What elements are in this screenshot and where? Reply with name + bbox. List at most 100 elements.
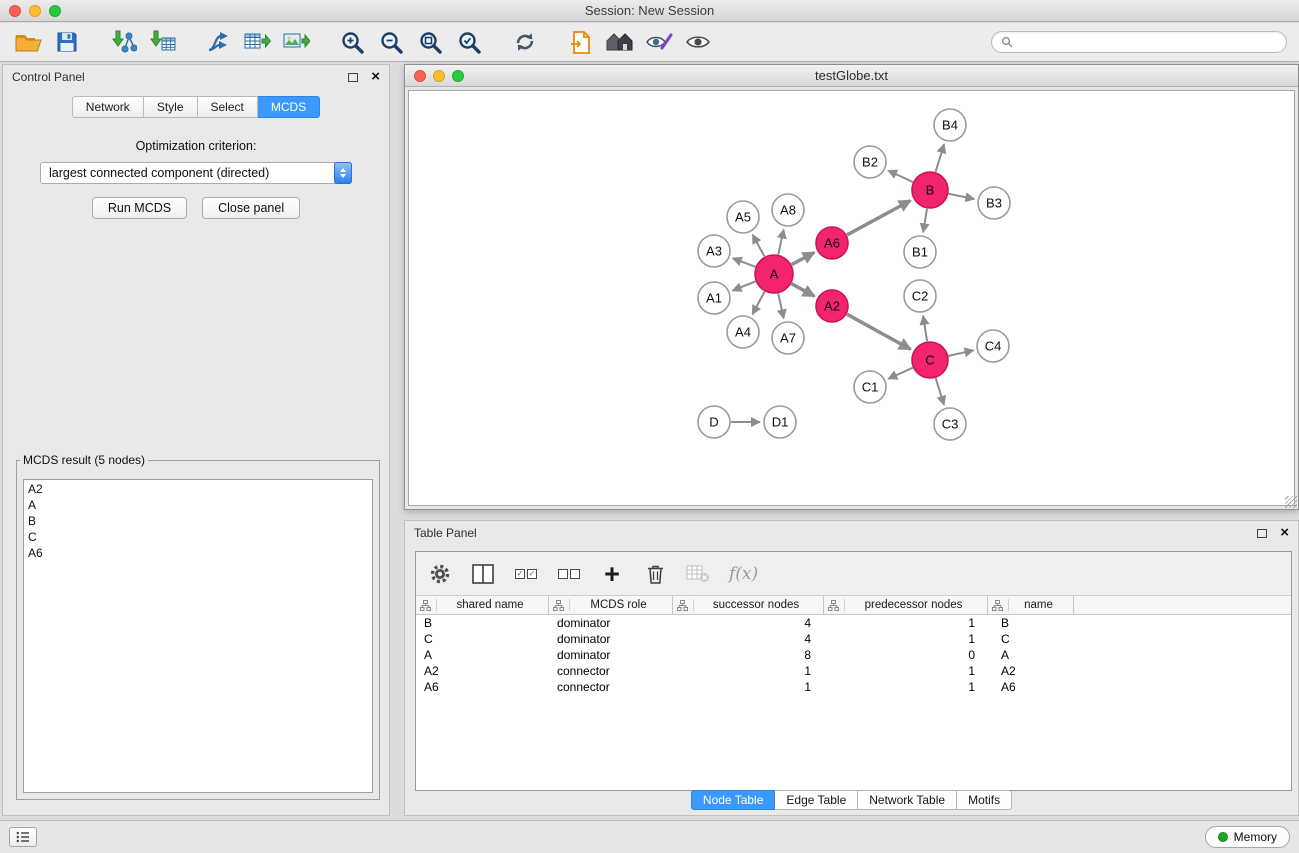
graph-node-B2[interactable]: B2 (854, 146, 886, 178)
mcds-result-list[interactable]: A2ABCA6 (23, 479, 373, 793)
open-session-button[interactable] (10, 26, 46, 58)
graph-edge-C-C1[interactable] (888, 368, 913, 379)
deselect-all-button[interactable] (557, 560, 581, 588)
graph-node-A8[interactable]: A8 (772, 194, 804, 226)
graph-node-D1[interactable]: D1 (764, 406, 796, 438)
close-network-icon[interactable] (414, 70, 426, 82)
graph-edge-C-C3[interactable] (936, 378, 944, 405)
memory-button[interactable]: Memory (1205, 826, 1290, 848)
refresh-layout-button[interactable] (507, 26, 543, 58)
graph-edge-B-B4[interactable] (936, 144, 945, 172)
graph-node-B4[interactable]: B4 (934, 109, 966, 141)
graph-node-C1[interactable]: C1 (854, 371, 886, 403)
graph-edge-C-C4[interactable] (949, 350, 974, 356)
zoom-fit-button[interactable] (412, 26, 448, 58)
tab-mcds[interactable]: MCDS (258, 96, 320, 118)
graph-node-C3[interactable]: C3 (934, 408, 966, 440)
add-column-button[interactable]: + (600, 560, 624, 588)
graph-edge-B-B1[interactable] (923, 209, 927, 233)
column-header-predecessor-nodes[interactable]: predecessor nodes (824, 596, 988, 614)
table-row[interactable]: Adominator80A (416, 647, 1291, 663)
graph-edge-B-B3[interactable] (949, 194, 975, 199)
export-image-button[interactable] (278, 26, 314, 58)
graph-edge-A-A2[interactable] (792, 284, 815, 297)
tab-select[interactable]: Select (198, 96, 258, 118)
graph-edge-C-C2[interactable] (923, 316, 927, 341)
float-panel-icon[interactable] (348, 73, 358, 82)
tab-edge-table[interactable]: Edge Table (775, 790, 858, 810)
mcds-result-item[interactable]: A (24, 497, 372, 513)
graph-edge-A-A5[interactable] (753, 235, 765, 257)
graph-node-B[interactable]: B (912, 172, 948, 208)
show-columns-button[interactable] (471, 560, 495, 588)
task-history-button[interactable] (9, 827, 37, 847)
graph-node-C4[interactable]: C4 (977, 330, 1009, 362)
minimize-network-icon[interactable] (433, 70, 445, 82)
tab-node-table[interactable]: Node Table (691, 790, 776, 810)
graph-node-B3[interactable]: B3 (978, 187, 1010, 219)
table-row[interactable]: A6connector11A6 (416, 679, 1291, 695)
graph-edge-A-A8[interactable] (778, 230, 783, 255)
graph-node-A5[interactable]: A5 (727, 201, 759, 233)
graph-edge-A-A4[interactable] (752, 292, 764, 315)
select-all-button[interactable]: ✓ ✓ (514, 560, 538, 588)
graph-edge-A-A3[interactable] (733, 258, 756, 267)
import-table-button[interactable] (144, 26, 180, 58)
export-table-button[interactable] (239, 26, 275, 58)
graph-node-A4[interactable]: A4 (727, 316, 759, 348)
tab-network[interactable]: Network (72, 96, 144, 118)
graph-node-B1[interactable]: B1 (904, 236, 936, 268)
graph-node-C2[interactable]: C2 (904, 280, 936, 312)
tab-motifs[interactable]: Motifs (957, 790, 1012, 810)
function-builder-button[interactable]: f(x) (729, 560, 758, 588)
graph-node-D[interactable]: D (698, 406, 730, 438)
graph-node-A2[interactable]: A2 (816, 290, 848, 322)
zoom-selected-button[interactable] (451, 26, 487, 58)
zoom-out-button[interactable] (373, 26, 409, 58)
dropdown-spinner-icon[interactable] (334, 162, 352, 184)
mcds-result-item[interactable]: B (24, 513, 372, 529)
mcds-result-item[interactable]: A6 (24, 545, 372, 561)
show-hide-details-button[interactable] (680, 26, 716, 58)
network-canvas[interactable]: B4B2BB3A5A8A6A3B1AA1C2A2A4A7C4CC1C3DD1 (408, 90, 1295, 506)
close-panel-button[interactable]: Close panel (202, 197, 300, 219)
column-header-name[interactable]: name (988, 596, 1074, 614)
network-graph[interactable]: B4B2BB3A5A8A6A3B1AA1C2A2A4A7C4CC1C3DD1 (409, 91, 1296, 508)
delete-column-button[interactable] (643, 560, 667, 588)
column-header-mcds-role[interactable]: MCDS role (549, 596, 673, 614)
tab-style[interactable]: Style (144, 96, 198, 118)
run-mcds-button[interactable]: Run MCDS (92, 197, 187, 219)
table-settings-button[interactable] (428, 560, 452, 588)
resize-handle[interactable] (1285, 496, 1297, 508)
graph-node-C[interactable]: C (912, 342, 948, 378)
graph-node-A[interactable]: A (755, 255, 793, 293)
annotation-button[interactable] (641, 26, 677, 58)
zoom-in-button[interactable] (334, 26, 370, 58)
home-button[interactable] (602, 26, 638, 58)
mcds-result-item[interactable]: C (24, 529, 372, 545)
zoom-network-icon[interactable] (452, 70, 464, 82)
delete-table-button[interactable] (686, 560, 710, 588)
optimization-criterion-dropdown[interactable]: largest connected component (directed) (40, 162, 352, 184)
close-panel-icon[interactable]: × (371, 70, 380, 84)
graph-edge-A2-C[interactable] (847, 314, 911, 349)
table-row[interactable]: A2connector11A2 (416, 663, 1291, 679)
table-row[interactable]: Cdominator41C (416, 631, 1291, 647)
search-input[interactable] (1019, 35, 1277, 49)
column-header-shared-name[interactable]: shared name (416, 596, 549, 614)
column-header-successor-nodes[interactable]: successor nodes (673, 596, 824, 614)
graph-edge-B-B2[interactable] (888, 171, 913, 183)
import-network-button[interactable] (105, 26, 141, 58)
graph-node-A3[interactable]: A3 (698, 235, 730, 267)
network-window-titlebar[interactable]: testGlobe.txt (405, 65, 1298, 87)
table-row[interactable]: Bdominator41B (416, 615, 1291, 631)
save-session-button[interactable] (49, 26, 85, 58)
float-table-panel-icon[interactable] (1257, 529, 1267, 538)
graph-edge-A-A1[interactable] (733, 281, 756, 290)
graph-edge-A-A6[interactable] (792, 252, 815, 264)
clone-network-button[interactable] (200, 26, 236, 58)
graph-edge-A6-B[interactable] (847, 201, 911, 235)
graph-edge-A-A7[interactable] (778, 294, 783, 319)
tab-network-table[interactable]: Network Table (858, 790, 957, 810)
mcds-result-item[interactable]: A2 (24, 481, 372, 497)
